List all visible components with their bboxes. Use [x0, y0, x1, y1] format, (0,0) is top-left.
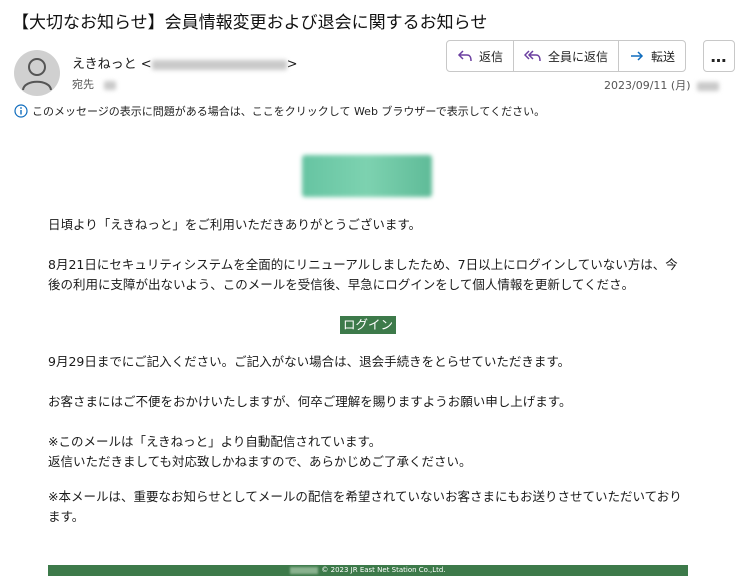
forward-label: 転送 — [651, 49, 676, 64]
forward-arrow-icon — [631, 51, 644, 61]
recipient-redacted — [103, 80, 116, 90]
recipient-line: 宛先 — [72, 76, 116, 92]
reply-icon — [457, 50, 472, 62]
footer-bar: © 2023 JR East Net Station Co.,Ltd. — [48, 565, 688, 576]
browser-view-banner[interactable]: このメッセージの表示に問題がある場合は、ここをクリックして Web ブラウザーで… — [14, 103, 545, 119]
message-actions: 返信 全員に返信 転送 — [446, 40, 687, 72]
sender-address-close: > — [286, 57, 298, 72]
email-subject: 【大切なお知らせ】会員情報変更および退会に関するお知らせ — [12, 13, 488, 33]
person-icon — [22, 58, 52, 91]
footer-copyright: © 2023 JR East Net Station Co.,Ltd. — [321, 566, 446, 574]
auto-mail-note-2: 返信いただきましても対応致しかねますので、あらかじめご了承ください。 — [48, 454, 472, 469]
delivery-note: ※本メールは、重要なお知らせとしてメールの配信を希望されていないお客さまにもお送… — [48, 489, 682, 524]
greeting: 日頃より「えきねっと」をご利用いただきありがとうございます。 — [48, 217, 422, 232]
security-notice: 8月21日にセキュリティシステムを全面的にリニューアルしましたため、7日以上にロ… — [48, 257, 678, 292]
apology-text: お客さまにはご不便をおかけいたしますが、何卒ご理解を賜りますようお願い申し上げま… — [48, 394, 572, 409]
browser-view-banner-text: このメッセージの表示に問題がある場合は、ここをクリックして Web ブラウザーで… — [32, 105, 546, 118]
auto-mail-note-1: ※このメールは「えきねっと」より自動配信されています。 — [48, 434, 382, 449]
login-row: ログイン — [48, 315, 688, 335]
email-body: 日頃より「えきねっと」をご利用いただきありがとうございます。 8月21日にセキュ… — [48, 215, 688, 527]
forward-button[interactable]: 転送 — [619, 41, 685, 71]
sent-time-redacted — [697, 81, 719, 91]
sender-name: えきねっと — [72, 57, 137, 72]
brand-logo-redacted — [302, 155, 432, 197]
info-icon — [14, 104, 28, 118]
footer-logo-redacted — [290, 566, 319, 574]
more-actions-button[interactable]: … — [703, 40, 735, 72]
to-label: 宛先 — [72, 78, 94, 91]
deadline-notice: 9月29日までにご記入ください。ご記入がない場合は、退会手続きをとらせていただき… — [48, 354, 571, 369]
login-button[interactable]: ログイン — [339, 316, 396, 334]
reply-all-label: 全員に返信 — [548, 49, 609, 64]
sender-address-open: < — [140, 57, 152, 72]
reply-label: 返信 — [479, 49, 504, 64]
reply-all-icon — [524, 50, 541, 62]
sender-address-redacted — [151, 59, 287, 70]
reply-all-button[interactable]: 全員に返信 — [514, 41, 620, 71]
sent-date-text: 2023/09/11 (月) — [604, 79, 691, 92]
sender-avatar[interactable] — [14, 50, 60, 96]
sender-line[interactable]: えきねっと < > — [72, 56, 298, 74]
reply-button[interactable]: 返信 — [447, 41, 515, 71]
sent-date: 2023/09/11 (月) — [604, 77, 719, 93]
